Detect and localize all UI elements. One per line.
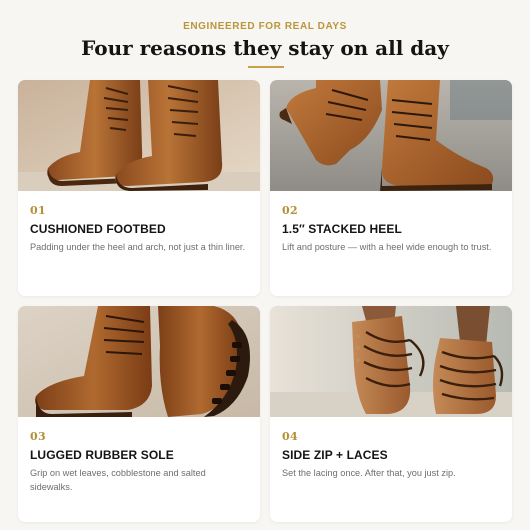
feature-heading: SIDE ZIP + LACES [282,448,388,462]
feature-number: 04 [282,430,298,443]
feature-heading: LUGGED RUBBER SOLE [30,448,174,462]
section-eyebrow: ENGINEERED FOR REAL DAYS [183,21,347,32]
features-section: ENGINEERED FOR REAL DAYS Four reasons th… [0,0,530,530]
boot-pair-photo [18,80,260,191]
boot-walking-photo [270,80,512,191]
feature-description: Lift and posture — with a heel wide enou… [282,242,492,252]
feature-card-side-zip: 04 SIDE ZIP + LACES Set the lacing once.… [270,306,512,522]
feature-number: 01 [30,204,46,217]
feature-description: Padding under the heel and arch, not jus… [30,242,246,252]
feature-heading: 1.5″ STACKED HEEL [282,222,402,236]
feature-description: Set the lacing once. After that, you jus… [282,468,456,478]
boot-sole-photo [18,306,260,417]
feature-card-cushioned-footbed: 01 CUSHIONED FOOTBED Padding under the h… [18,80,260,296]
feature-description: Grip on wet leaves, cobblestone and salt… [30,468,206,492]
feature-number: 02 [282,204,298,217]
title-divider [248,66,284,68]
section-title: Four reasons they stay on all day [81,36,449,60]
boot-laces-photo [270,306,512,417]
feature-card-stacked-heel: 02 1.5″ STACKED HEEL Lift and posture — … [270,80,512,296]
feature-heading: CUSHIONED FOOTBED [30,222,166,236]
feature-card-lugged-sole: 03 LUGGED RUBBER SOLE Grip on wet leaves… [18,306,260,522]
feature-number: 03 [30,430,46,443]
